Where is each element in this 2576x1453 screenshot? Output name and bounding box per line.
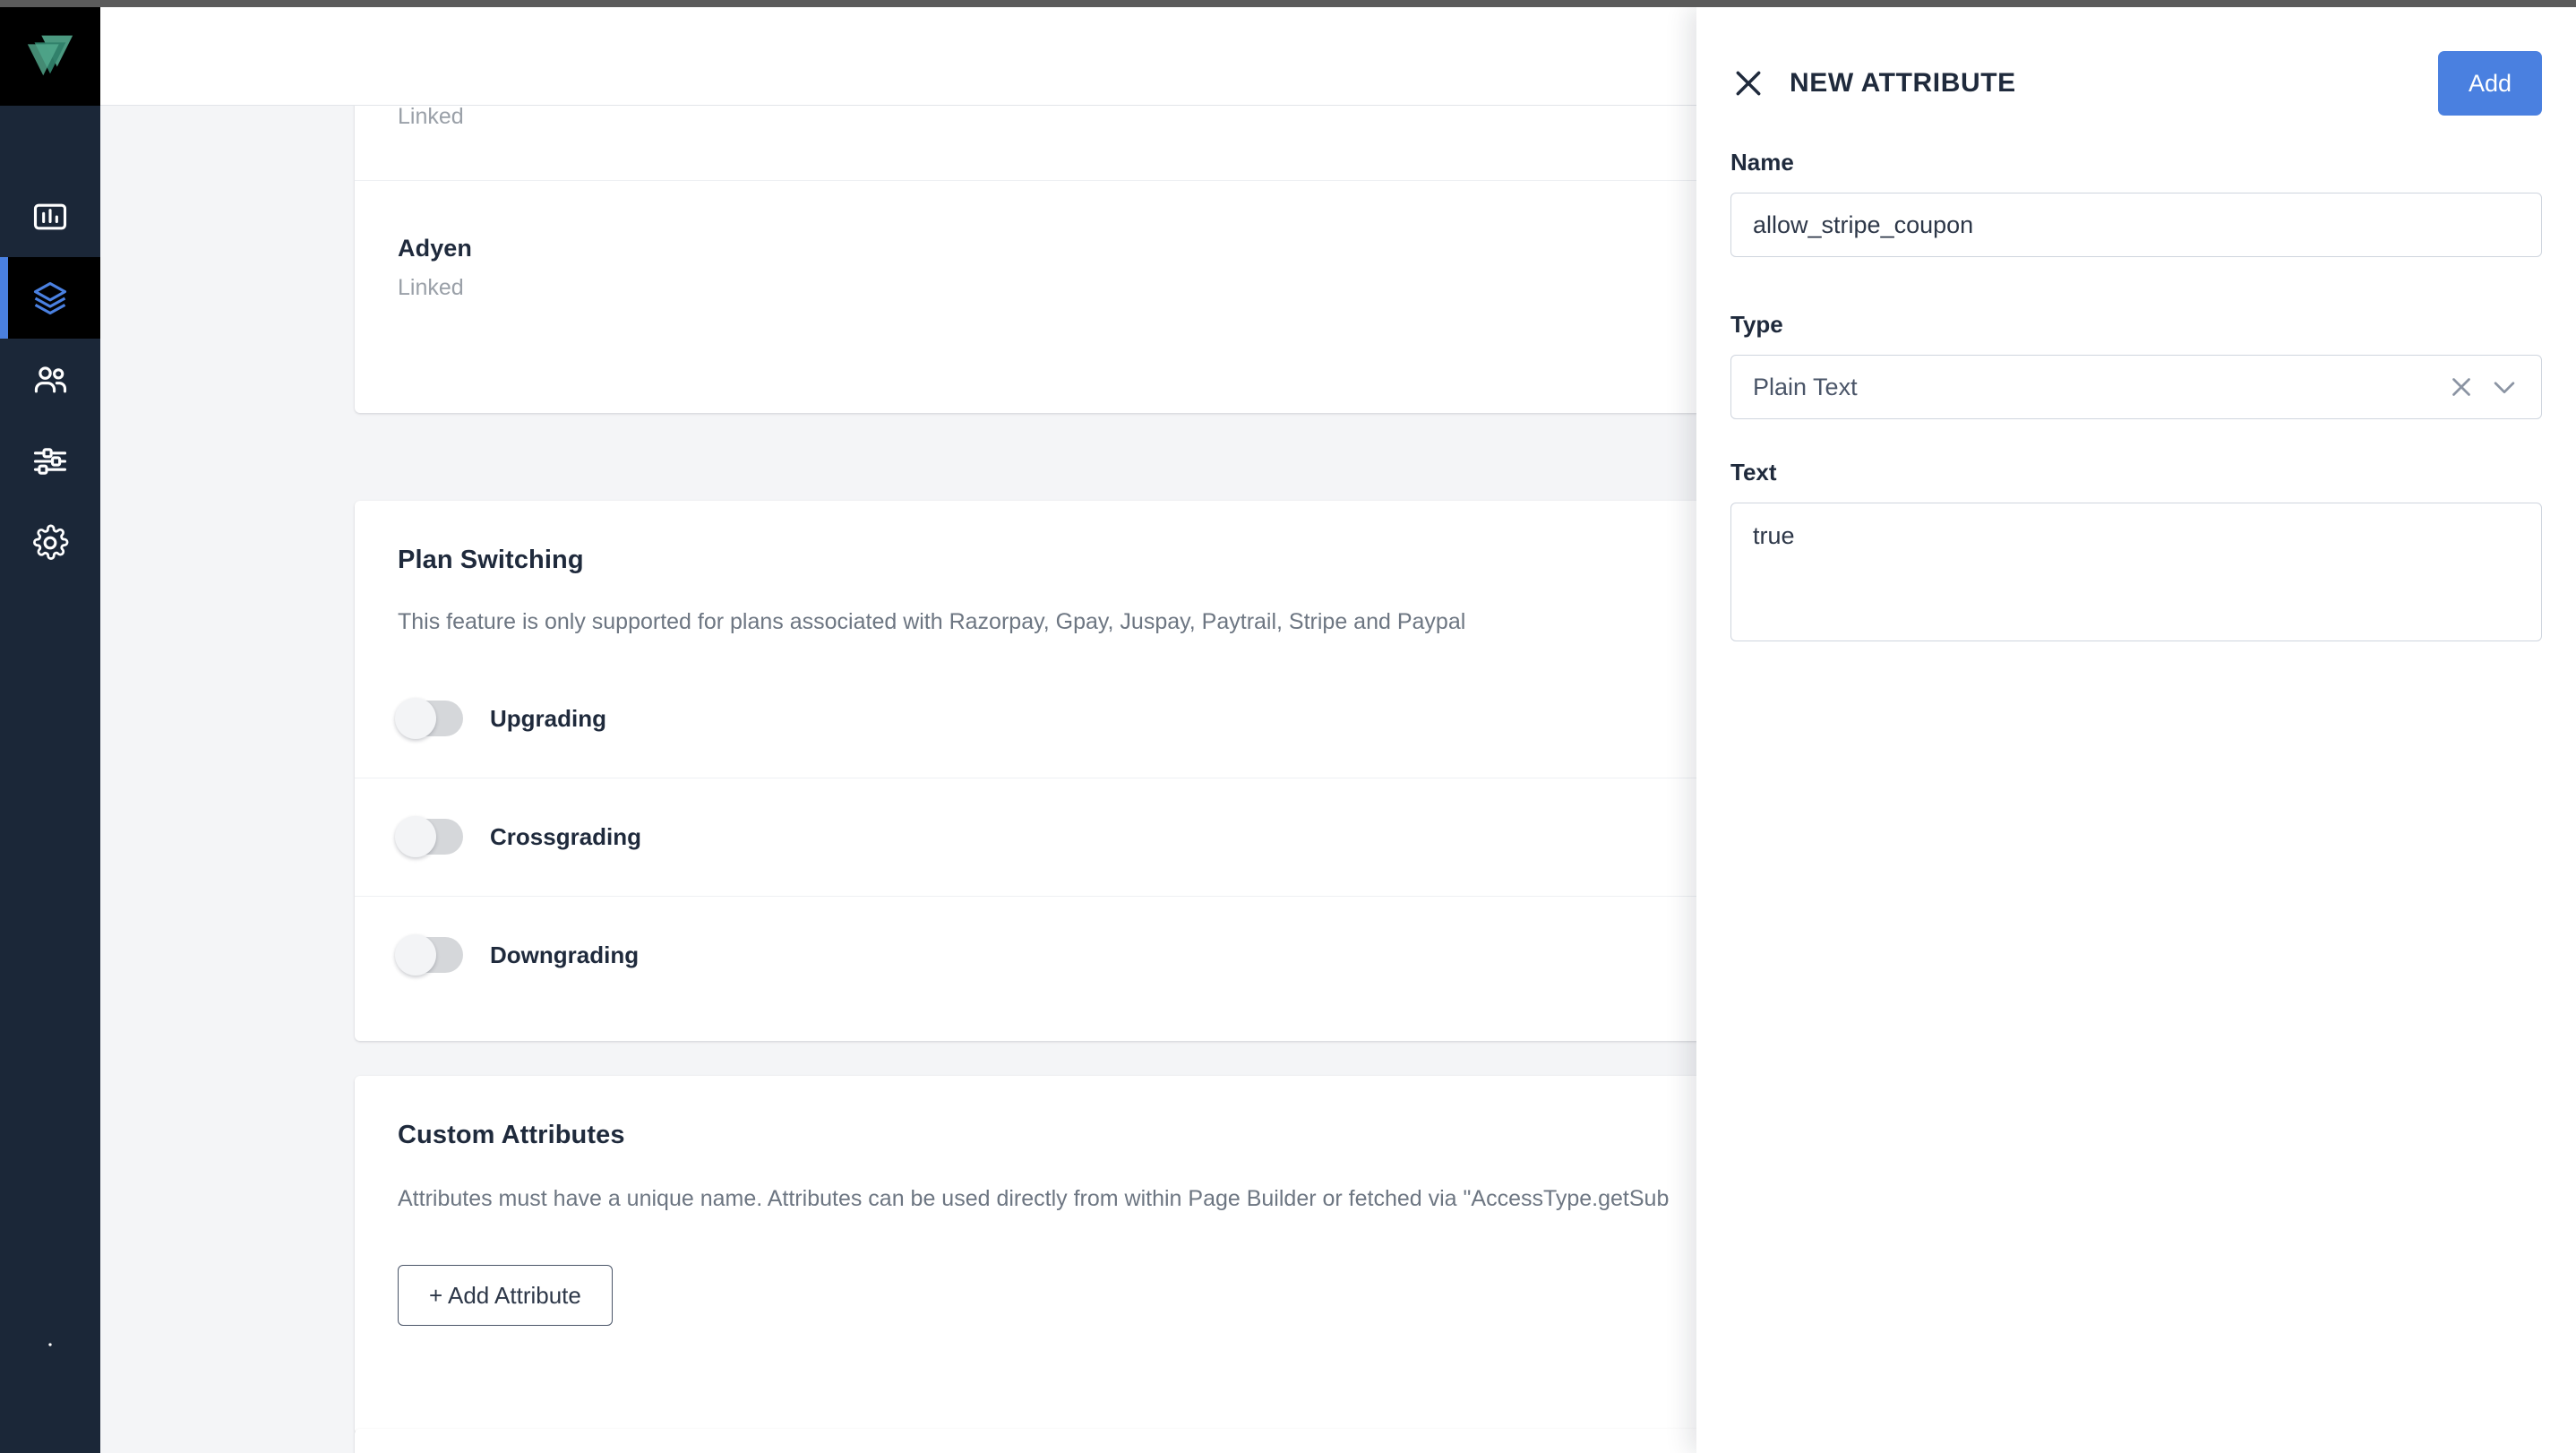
toggle-label: Crossgrading [490, 823, 642, 851]
close-icon[interactable] [1730, 65, 1766, 101]
custom-attributes-description: Attributes must have a unique name. Attr… [398, 1186, 1670, 1211]
users-icon [34, 365, 67, 392]
left-sidebar [0, 0, 100, 1453]
toggle-knob [395, 816, 436, 858]
add-attribute-button[interactable]: + Add Attribute [398, 1264, 613, 1326]
chevron-down-icon[interactable] [2489, 372, 2520, 402]
plan-switching-title: Plan Switching [398, 546, 584, 574]
toggle-knob [395, 697, 436, 739]
clear-selection-icon[interactable] [2446, 372, 2477, 402]
app-logo[interactable] [0, 0, 100, 106]
gateway-title: Adyen [398, 235, 473, 262]
field-name-label: Name [1730, 149, 1794, 176]
custom-attributes-card: Custom Attributes Attributes must have a… [355, 1076, 1824, 1434]
sidebar-item-settings-sliders[interactable] [0, 420, 100, 502]
field-type-label: Type [1730, 311, 1783, 338]
toggle-crossgrading[interactable] [395, 816, 463, 858]
browser-chrome-strip [0, 0, 2576, 7]
field-text: Text [1730, 460, 2542, 646]
panel-add-button[interactable]: Add [2437, 51, 2542, 116]
app-root: Omise Linked Adyen Linked Plan Switching… [0, 0, 2576, 1453]
toggle-label: Downgrading [490, 941, 640, 969]
plan-switching-description: This feature is only supported for plans… [398, 609, 1466, 634]
bar-chart-icon [33, 203, 67, 229]
field-name: Name [1730, 150, 2542, 257]
sidebar-item-configuration[interactable] [0, 502, 100, 583]
logo-triangles-icon [27, 35, 73, 76]
field-type: Type Plain Text [1730, 313, 2542, 419]
gear-icon [33, 524, 69, 560]
panel-header: NEW ATTRIBUTE Add [1730, 7, 2542, 150]
gateway-status: Linked [398, 104, 464, 129]
toggle-row-crossgrading[interactable]: Crossgrading [355, 777, 1824, 896]
attribute-text-textarea[interactable] [1730, 503, 2542, 641]
attribute-name-input[interactable] [1730, 193, 2542, 257]
sidebar-nav [0, 176, 100, 583]
field-text-label: Text [1730, 459, 1777, 486]
sidebar-item-users[interactable] [0, 339, 100, 420]
next-section-card [355, 1429, 1824, 1453]
panel-title: NEW ATTRIBUTE [1790, 68, 2016, 98]
sliders-icon [33, 447, 67, 475]
gateway-row-adyen[interactable]: Adyen Linked [355, 180, 1824, 351]
help-circle-icon [48, 1343, 52, 1346]
attribute-type-value: Plain Text [1753, 373, 1858, 400]
toggle-downgrading[interactable] [395, 934, 463, 976]
sidebar-item-plans[interactable] [0, 257, 100, 339]
sidebar-item-help[interactable] [0, 1319, 100, 1356]
toggle-row-upgrading[interactable]: Upgrading [355, 659, 1824, 778]
custom-attributes-title: Custom Attributes [398, 1121, 625, 1149]
attribute-type-select[interactable]: Plain Text [1730, 355, 2542, 419]
sidebar-item-analytics[interactable] [0, 176, 100, 257]
toggle-row-downgrading[interactable]: Downgrading [355, 895, 1824, 1014]
gateway-status: Linked [398, 275, 464, 300]
layers-icon [33, 281, 67, 314]
toggle-label: Upgrading [490, 704, 606, 732]
toggle-knob [395, 934, 436, 976]
toggle-upgrading[interactable] [395, 697, 463, 739]
new-attribute-panel: NEW ATTRIBUTE Add Name Type Plain Text [1696, 7, 2576, 1453]
plan-switching-card: Plan Switching This feature is only supp… [355, 501, 1824, 1041]
